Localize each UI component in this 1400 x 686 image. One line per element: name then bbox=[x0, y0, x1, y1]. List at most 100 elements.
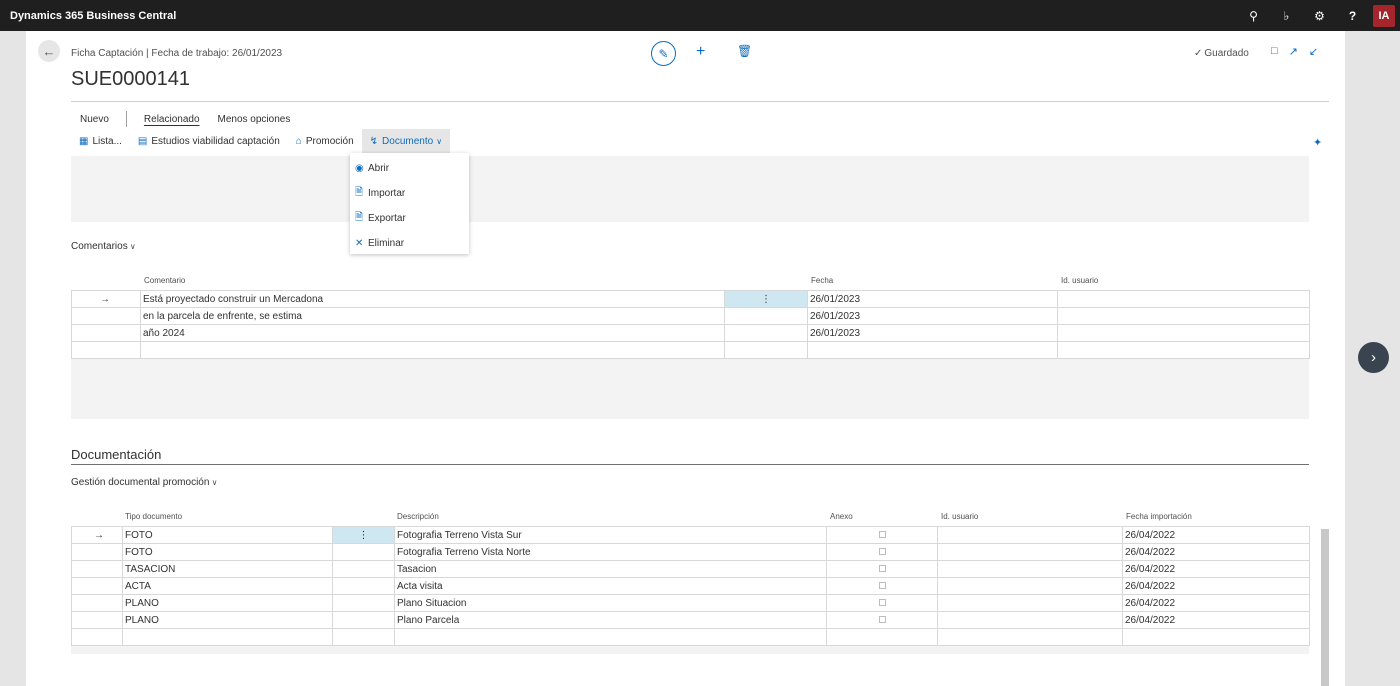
checkbox[interactable] bbox=[878, 615, 886, 623]
row-actions[interactable] bbox=[332, 594, 395, 612]
documentacion-title[interactable]: Documentación bbox=[71, 447, 161, 462]
descripcion-cell[interactable]: Plano Situacion bbox=[394, 594, 827, 612]
edit-button[interactable]: ✎ bbox=[651, 41, 676, 66]
help-icon[interactable]: ? bbox=[1336, 0, 1369, 31]
table-row-empty[interactable] bbox=[71, 628, 1310, 646]
table-row[interactable]: → FOTO ⋮ Fotografia Terreno Vista Sur 26… bbox=[71, 526, 1310, 544]
new-button[interactable]: + bbox=[696, 43, 705, 61]
descripcion-cell[interactable] bbox=[394, 628, 827, 646]
table-row-empty[interactable] bbox=[71, 341, 1310, 359]
date-cell[interactable]: 26/01/2023 bbox=[807, 324, 1058, 342]
col-header-id-usuario-doc[interactable]: Id. usuario bbox=[941, 512, 978, 521]
user-cell[interactable] bbox=[937, 611, 1123, 629]
col-header-descripcion[interactable]: Descripción bbox=[397, 512, 439, 521]
row-actions[interactable] bbox=[724, 324, 808, 342]
comment-cell[interactable]: Está proyectado construir un Mercadona bbox=[140, 290, 725, 308]
open-new-window-icon[interactable]: ↗ bbox=[1289, 45, 1298, 58]
tipo-cell[interactable]: FOTO bbox=[122, 543, 333, 561]
row-actions[interactable] bbox=[332, 628, 395, 646]
app-title[interactable]: Dynamics 365 Business Central bbox=[10, 10, 176, 22]
avatar[interactable]: IA bbox=[1373, 4, 1395, 27]
user-cell[interactable] bbox=[1057, 341, 1310, 359]
action-documento[interactable]: ↯ Documento ∨ bbox=[361, 129, 451, 153]
action-estudios-viabilidad[interactable]: ▤ Estudios viabilidad captación bbox=[130, 129, 288, 153]
table-row[interactable]: ACTA Acta visita 26/04/2022 bbox=[71, 577, 1310, 595]
user-cell[interactable] bbox=[1057, 290, 1310, 308]
action-lista[interactable]: ▦ Lista... bbox=[71, 129, 130, 153]
col-header-comentario[interactable]: Comentario bbox=[144, 276, 185, 285]
comment-cell[interactable] bbox=[140, 341, 725, 359]
bell-icon[interactable]: ♭ bbox=[1270, 0, 1303, 31]
row-actions[interactable] bbox=[332, 560, 395, 578]
col-header-fecha[interactable]: Fecha bbox=[811, 276, 833, 285]
checkbox[interactable] bbox=[878, 598, 886, 606]
vertical-scrollbar[interactable] bbox=[1321, 529, 1329, 686]
row-actions[interactable] bbox=[724, 341, 808, 359]
date-cell[interactable]: 26/01/2023 bbox=[807, 290, 1058, 308]
checkbox[interactable] bbox=[878, 581, 886, 589]
comment-cell[interactable]: año 2024 bbox=[140, 324, 725, 342]
table-row[interactable]: en la parcela de enfrente, se estima 26/… bbox=[71, 307, 1310, 325]
menu-item-abrir[interactable]: ◉ Abrir bbox=[350, 156, 469, 181]
pin-icon[interactable]: ✦ bbox=[1313, 136, 1322, 149]
col-header-anexo[interactable]: Anexo bbox=[830, 512, 853, 521]
row-actions[interactable]: ⋮ bbox=[724, 290, 808, 308]
row-actions[interactable] bbox=[332, 577, 395, 595]
fecha-importacion-cell[interactable]: 26/04/2022 bbox=[1122, 594, 1310, 612]
row-actions[interactable] bbox=[724, 307, 808, 325]
checkbox[interactable] bbox=[878, 564, 886, 572]
anexo-checkbox[interactable] bbox=[826, 560, 938, 578]
tipo-cell[interactable]: PLANO bbox=[122, 611, 333, 629]
fecha-importacion-cell[interactable] bbox=[1122, 628, 1310, 646]
date-cell[interactable] bbox=[807, 341, 1058, 359]
action-relacionado[interactable]: Relacionado bbox=[135, 114, 209, 125]
descripcion-cell[interactable]: Acta visita bbox=[394, 577, 827, 595]
bookmark-icon[interactable]: □ bbox=[1271, 45, 1278, 58]
menu-item-importar[interactable]: 🗎 Importar bbox=[350, 181, 469, 206]
menu-item-eliminar[interactable]: ✕ Eliminar bbox=[350, 231, 469, 256]
fecha-importacion-cell[interactable]: 26/04/2022 bbox=[1122, 611, 1310, 629]
row-actions[interactable]: ⋮ bbox=[332, 526, 395, 544]
date-cell[interactable]: 26/01/2023 bbox=[807, 307, 1058, 325]
col-header-tipo-documento[interactable]: Tipo documento bbox=[125, 512, 182, 521]
comentarios-toggle[interactable]: Comentarios ∨ bbox=[71, 241, 136, 252]
tipo-cell[interactable]: FOTO bbox=[122, 526, 333, 544]
anexo-checkbox[interactable] bbox=[826, 594, 938, 612]
user-cell[interactable] bbox=[1057, 324, 1310, 342]
col-header-id-usuario[interactable]: Id. usuario bbox=[1061, 276, 1098, 285]
fecha-importacion-cell[interactable]: 26/04/2022 bbox=[1122, 577, 1310, 595]
table-row[interactable]: TASACION Tasacion 26/04/2022 bbox=[71, 560, 1310, 578]
descripcion-cell[interactable]: Fotografia Terreno Vista Sur bbox=[394, 526, 827, 544]
anexo-checkbox[interactable] bbox=[826, 611, 938, 629]
collapse-icon[interactable]: ↙ bbox=[1309, 45, 1318, 58]
action-promocion[interactable]: ⌂ Promoción bbox=[288, 129, 362, 153]
tipo-cell[interactable]: TASACION bbox=[122, 560, 333, 578]
anexo-checkbox[interactable] bbox=[826, 543, 938, 561]
delete-button[interactable]: 🗑 bbox=[737, 44, 752, 58]
checkbox[interactable] bbox=[878, 547, 886, 555]
descripcion-cell[interactable]: Plano Parcela bbox=[394, 611, 827, 629]
anexo-checkbox[interactable] bbox=[826, 526, 938, 544]
comment-cell[interactable]: en la parcela de enfrente, se estima bbox=[140, 307, 725, 325]
row-actions[interactable] bbox=[332, 543, 395, 561]
user-cell[interactable] bbox=[937, 594, 1123, 612]
search-icon[interactable]: ⚲ bbox=[1237, 0, 1270, 31]
table-row[interactable]: → Está proyectado construir un Mercadona… bbox=[71, 290, 1310, 308]
table-row[interactable]: FOTO Fotografia Terreno Vista Norte 26/0… bbox=[71, 543, 1310, 561]
menu-item-exportar[interactable]: 🗎 Exportar bbox=[350, 206, 469, 231]
checkbox[interactable] bbox=[878, 530, 886, 538]
gestion-documental-toggle[interactable]: Gestión documental promoción ∨ bbox=[71, 477, 218, 488]
table-row[interactable]: PLANO Plano Parcela 26/04/2022 bbox=[71, 611, 1310, 629]
tipo-cell[interactable]: ACTA bbox=[122, 577, 333, 595]
table-row[interactable]: año 2024 26/01/2023 bbox=[71, 324, 1310, 342]
user-cell[interactable] bbox=[937, 628, 1123, 646]
fecha-importacion-cell[interactable]: 26/04/2022 bbox=[1122, 560, 1310, 578]
fecha-importacion-cell[interactable]: 26/04/2022 bbox=[1122, 543, 1310, 561]
row-actions[interactable] bbox=[332, 611, 395, 629]
fecha-importacion-cell[interactable]: 26/04/2022 bbox=[1122, 526, 1310, 544]
anexo-checkbox[interactable] bbox=[826, 577, 938, 595]
user-cell[interactable] bbox=[937, 560, 1123, 578]
descripcion-cell[interactable]: Tasacion bbox=[394, 560, 827, 578]
user-cell[interactable] bbox=[1057, 307, 1310, 325]
user-cell[interactable] bbox=[937, 577, 1123, 595]
